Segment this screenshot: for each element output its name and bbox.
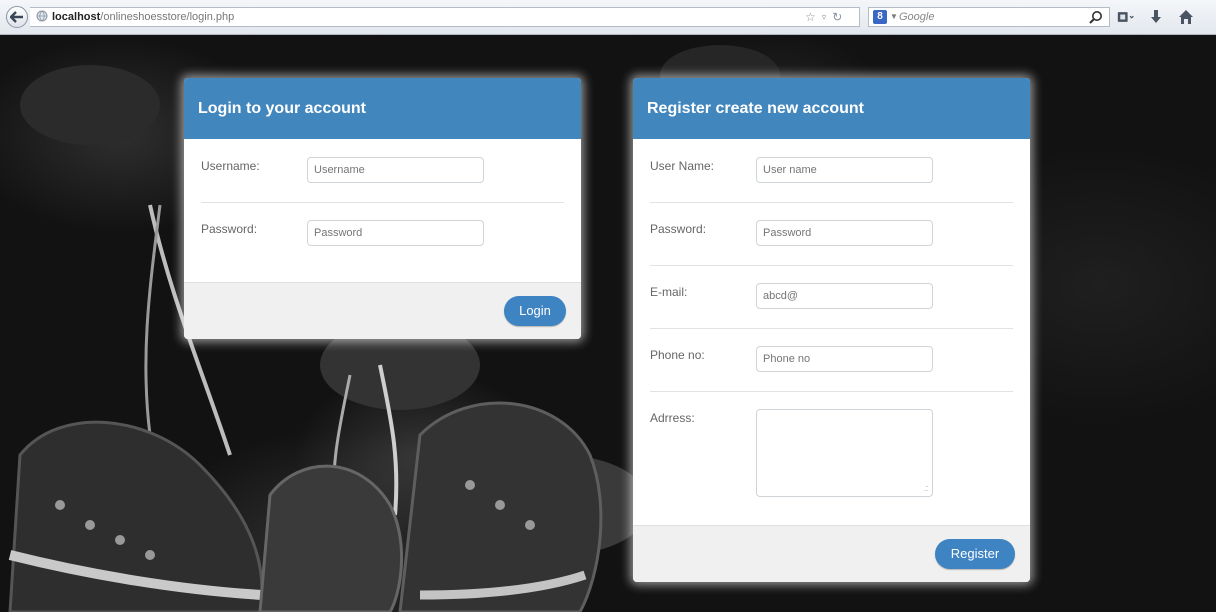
url-controls: ☆ ▿ ↻ xyxy=(805,8,842,26)
login-password-row: Password: xyxy=(201,202,564,265)
url-text: localhost/onlineshoesstore/login.php xyxy=(52,8,234,26)
url-host: localhost xyxy=(52,11,101,23)
register-button[interactable]: Register xyxy=(935,539,1015,569)
register-footer: Register xyxy=(633,525,1030,582)
background-image xyxy=(0,35,1216,612)
home-icon[interactable] xyxy=(1177,8,1195,26)
engine-dropdown-icon[interactable]: ▼ xyxy=(890,8,898,26)
browser-toolbar: localhost/onlineshoesstore/login.php ☆ ▿… xyxy=(0,0,1216,35)
reload-icon[interactable]: ↻ xyxy=(832,8,842,26)
login-username-input[interactable] xyxy=(307,157,484,183)
register-password-label: Password: xyxy=(650,222,707,236)
login-button[interactable]: Login xyxy=(504,296,566,326)
register-email-input[interactable] xyxy=(756,283,933,309)
login-password-input[interactable] xyxy=(307,220,484,246)
download-icon[interactable] xyxy=(1147,8,1165,26)
bookmarks-menu-icon[interactable] xyxy=(1117,8,1135,26)
login-footer: Login xyxy=(184,282,581,339)
register-password-row: Password: xyxy=(650,202,1013,266)
resize-grip-icon[interactable]: .:: xyxy=(923,484,928,493)
login-panel: Login to your account Username: Password… xyxy=(184,78,581,339)
globe-icon xyxy=(36,10,48,28)
toolbar-icons xyxy=(1117,8,1195,26)
search-placeholder: Google xyxy=(899,11,935,23)
register-panel: Register create new account User Name: P… xyxy=(633,78,1030,582)
login-username-row: Username: xyxy=(201,139,564,203)
register-username-input[interactable] xyxy=(756,157,933,183)
register-address-textarea[interactable]: .:: xyxy=(756,409,933,497)
register-username-label: User Name: xyxy=(650,159,715,173)
register-phone-label: Phone no: xyxy=(650,348,705,362)
address-bar[interactable]: localhost/onlineshoesstore/login.php ☆ ▿… xyxy=(30,7,860,27)
register-username-row: User Name: xyxy=(650,139,1013,203)
register-address-label: Adrress: xyxy=(650,411,695,425)
history-dropdown-icon[interactable]: ▿ xyxy=(822,8,827,26)
register-title: Register create new account xyxy=(633,78,1030,139)
back-button[interactable] xyxy=(6,6,28,28)
register-phone-row: Phone no: xyxy=(650,328,1013,392)
search-bar[interactable]: 8 ▼ Google xyxy=(868,7,1110,27)
bookmark-star-icon[interactable]: ☆ xyxy=(805,8,816,26)
register-address-row: Adrress: .:: xyxy=(650,391,1013,511)
login-title: Login to your account xyxy=(184,78,581,139)
login-username-label: Username: xyxy=(201,159,260,173)
register-password-input[interactable] xyxy=(756,220,933,246)
register-email-row: E-mail: xyxy=(650,265,1013,329)
login-password-label: Password: xyxy=(201,222,258,236)
sneakers-illustration xyxy=(8,45,780,612)
url-path: /onlineshoesstore/login.php xyxy=(100,11,235,23)
google-engine-icon[interactable]: 8 xyxy=(873,10,887,24)
register-phone-input[interactable] xyxy=(756,346,933,372)
back-arrow-icon xyxy=(10,11,23,23)
search-magnifier-icon[interactable] xyxy=(1089,10,1103,30)
register-email-label: E-mail: xyxy=(650,285,688,299)
